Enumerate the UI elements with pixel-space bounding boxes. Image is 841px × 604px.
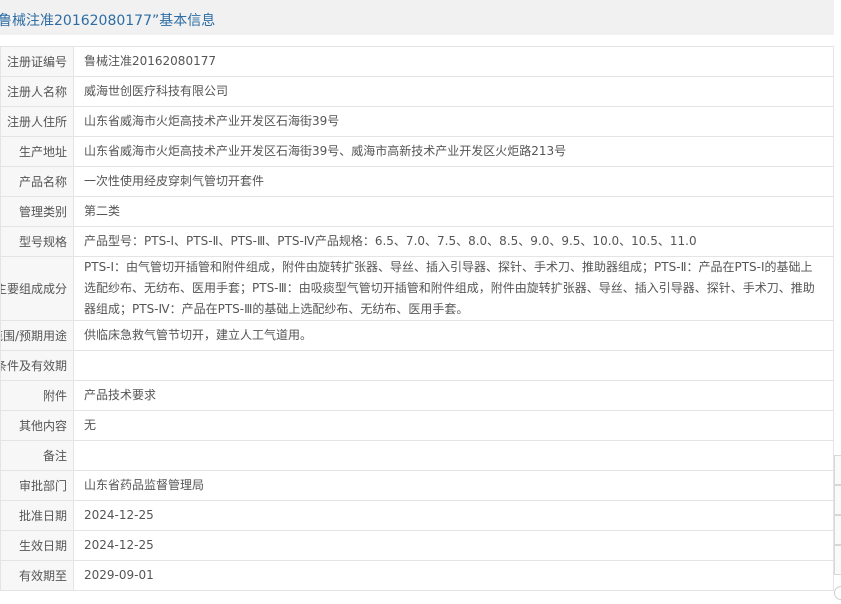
row-value (73, 350, 834, 381)
side-panel-edge (834, 455, 841, 485)
row-value: 2024-12-25 (73, 530, 834, 561)
row-value: 2029-09-01 (73, 560, 834, 591)
row-value: 无 (73, 410, 834, 441)
info-table: 注册证编号 鲁械注准20162080177 注册人名称 威海世创医疗科技有限公司… (0, 46, 834, 591)
row-value: 山东省药品监督管理局 (73, 470, 834, 501)
row-label: 批准日期 (0, 500, 74, 531)
row-label: 注册人住所 (0, 106, 74, 137)
row-label: 备注 (0, 440, 74, 471)
row-label: 产品储存条件及有效期 (0, 350, 74, 381)
row-value: 产品技术要求 (73, 380, 834, 411)
row-label: 注册证编号 (0, 46, 74, 77)
row-label: 管理类别 (0, 196, 74, 227)
table-row: 批准日期 2024-12-25 (0, 500, 834, 531)
row-label: 附件 (0, 380, 74, 411)
row-value: 威海世创医疗科技有限公司 (73, 76, 834, 107)
row-label: 审批部门 (0, 470, 74, 501)
table-row: 有效期至 2029-09-01 (0, 560, 834, 591)
table-row: 型号规格 产品型号：PTS-Ⅰ、PTS-Ⅱ、PTS-Ⅲ、PTS-Ⅳ产品规格：6.… (0, 226, 834, 257)
table-row: 注册人住所 山东省威海市火炬高技术产业开发区石海街39号 (0, 106, 834, 137)
table-row: 附件 产品技术要求 (0, 380, 834, 411)
row-label: 生产地址 (0, 136, 74, 167)
side-panel-edge (834, 515, 841, 545)
back-to-top-button[interactable] (834, 586, 841, 600)
row-value: 第二类 (73, 196, 834, 227)
table-row: 适用范围/预期用途 供临床急救气管节切开，建立人工气道用。 (0, 320, 834, 351)
row-value: PTS-Ⅰ：由气管切开插管和附件组成，附件由旋转扩张器、导丝、插入引导器、探针、… (73, 256, 834, 321)
side-panel-edge (834, 545, 841, 575)
row-value: 山东省威海市火炬高技术产业开发区石海街39号 (73, 106, 834, 137)
table-row: 注册人名称 威海世创医疗科技有限公司 (0, 76, 834, 107)
side-panel-edge (834, 485, 841, 515)
table-row: 备注 (0, 440, 834, 471)
table-row: 管理类别 第二类 (0, 196, 834, 227)
table-row: 生效日期 2024-12-25 (0, 530, 834, 561)
row-label: 有效期至 (0, 560, 74, 591)
row-value: 山东省威海市火炬高技术产业开发区石海街39号、威海市高新技术产业开发区火炬路21… (73, 136, 834, 167)
row-label: 产品名称 (0, 166, 74, 197)
table-row: 产品名称 一次性使用经皮穿刺气管切开套件 (0, 166, 834, 197)
page-header: 鲁械注准20162080177”基本信息 (0, 0, 834, 35)
row-value: 2024-12-25 (73, 500, 834, 531)
row-label: 型号规格 (0, 226, 74, 257)
table-row: 主要组成成分 PTS-Ⅰ：由气管切开插管和附件组成，附件由旋转扩张器、导丝、插入… (0, 256, 834, 321)
row-value (73, 440, 834, 471)
row-label: 主要组成成分 (0, 256, 74, 321)
row-label: 注册人名称 (0, 76, 74, 107)
row-value: 供临床急救气管节切开，建立人工气道用。 (73, 320, 834, 351)
page-title: 鲁械注准20162080177”基本信息 (0, 13, 216, 29)
table-row: 审批部门 山东省药品监督管理局 (0, 470, 834, 501)
table-row: 生产地址 山东省威海市火炬高技术产业开发区石海街39号、威海市高新技术产业开发区… (0, 136, 834, 167)
table-row: 其他内容 无 (0, 410, 834, 441)
row-value: 产品型号：PTS-Ⅰ、PTS-Ⅱ、PTS-Ⅲ、PTS-Ⅳ产品规格：6.5、7.0… (73, 226, 834, 257)
row-label: 生效日期 (0, 530, 74, 561)
table-row: 产品储存条件及有效期 (0, 350, 834, 381)
row-label: 其他内容 (0, 410, 74, 441)
row-value: 鲁械注准20162080177 (73, 46, 834, 77)
table-row: 注册证编号 鲁械注准20162080177 (0, 46, 834, 77)
row-label: 适用范围/预期用途 (0, 320, 74, 351)
row-value: 一次性使用经皮穿刺气管切开套件 (73, 166, 834, 197)
